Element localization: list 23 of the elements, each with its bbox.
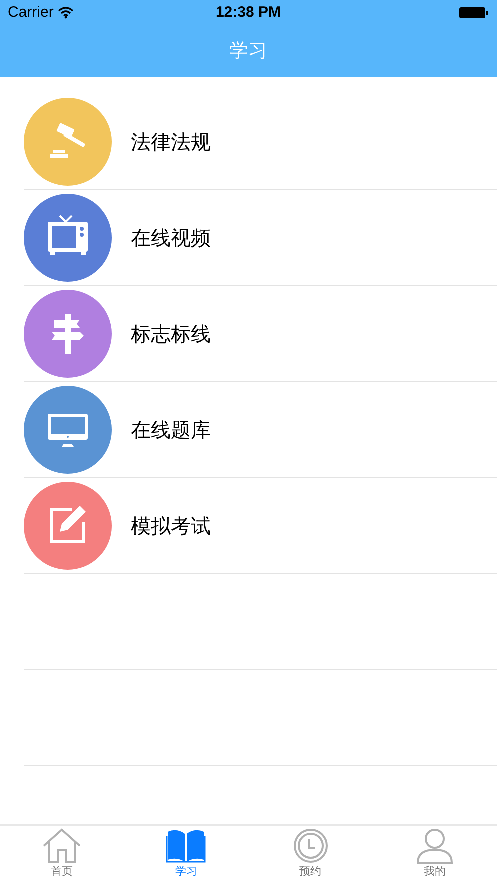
item-label: 在线题库	[131, 416, 211, 444]
clock-icon	[292, 828, 329, 864]
carrier-label: Carrier	[8, 2, 54, 23]
wifi-icon	[58, 7, 74, 19]
item-label: 法律法规	[131, 128, 211, 156]
tab-item[interactable]: 我的	[372, 826, 497, 883]
list-item[interactable]: 在线题库	[24, 382, 497, 478]
tab-item[interactable]: 学习	[124, 826, 248, 883]
tab-item[interactable]: 首页	[0, 826, 124, 883]
person-icon	[414, 828, 455, 864]
list-item[interactable]: 法律法规	[24, 94, 497, 190]
battery-icon	[458, 7, 489, 19]
item-label: 标志标线	[131, 320, 211, 348]
item-label: 在线视频	[131, 224, 211, 252]
nav-title: 学习	[230, 39, 268, 64]
item-label: 模拟考试	[131, 512, 211, 540]
list-item[interactable]: 标志标线	[24, 286, 497, 382]
tab-item[interactable]: 预约	[248, 826, 373, 883]
status-time: 12:38 PM	[216, 2, 282, 23]
list-item[interactable]: 模拟考试	[24, 478, 497, 574]
list-item[interactable]: 在线视频	[24, 190, 497, 286]
home-icon	[42, 828, 82, 864]
book-icon	[166, 828, 206, 864]
